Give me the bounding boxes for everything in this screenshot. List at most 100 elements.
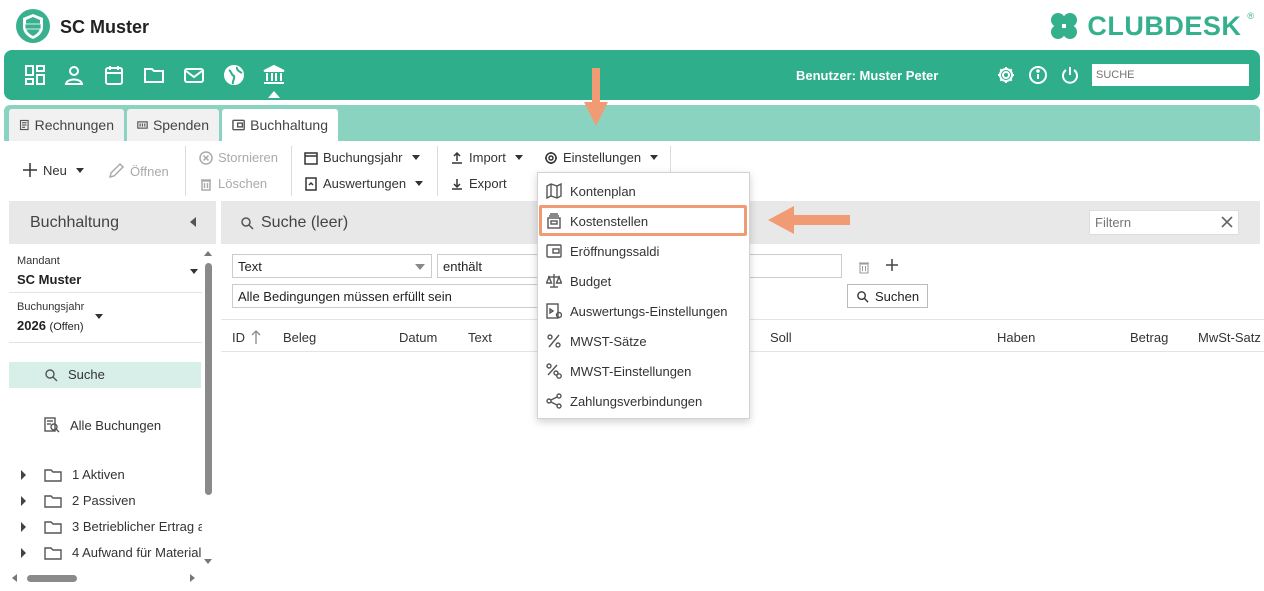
column-betrag[interactable]: Betrag [1130, 330, 1168, 345]
menu-item-budget[interactable]: Budget [546, 273, 611, 289]
scroll-up-icon[interactable] [204, 251, 212, 256]
menu-item-zahlungsverbindungen[interactable]: Zahlungsverbindungen [546, 393, 702, 409]
toolbar-divider [291, 146, 292, 196]
globe-icon[interactable] [222, 63, 246, 87]
sidebar-horizontal-scrollbar[interactable] [9, 571, 202, 585]
year-status: (Offen) [49, 321, 84, 333]
column-datum[interactable]: Datum [399, 330, 437, 345]
sidebar-item-all-bookings[interactable]: Alle Buchungen [44, 417, 161, 433]
invoice-icon [19, 119, 29, 131]
year-dropdown-icon[interactable] [95, 314, 103, 319]
calendar-icon [304, 151, 318, 165]
tree-item-aufwand[interactable]: 4 Aufwand für Material [21, 545, 202, 560]
menu-item-mwst-saetze[interactable]: MWST-Sätze [546, 333, 647, 349]
chevron-down-icon [411, 155, 420, 160]
trash-icon[interactable] [857, 260, 871, 274]
mandant-dropdown-icon[interactable] [190, 269, 198, 274]
wallet-icon [546, 244, 562, 258]
main-navbar: Benutzer: Muster Peter [4, 50, 1260, 100]
mandant-value[interactable]: SC Muster [17, 272, 81, 287]
tree-item-aktiven[interactable]: 1 Aktiven [21, 467, 125, 482]
field-select[interactable]: Text [232, 254, 432, 278]
chevron-right-icon[interactable] [21, 521, 26, 532]
power-icon[interactable] [1058, 63, 1082, 87]
menu-item-eroeffnungssaldi[interactable]: Eröffnungssaldi [546, 243, 659, 259]
toolbar-divider [437, 146, 438, 196]
tree-item-ertrag[interactable]: 3 Betrieblicher Ertrag au [21, 519, 202, 534]
tab-label: Spenden [152, 117, 209, 133]
import-button[interactable]: Import [450, 150, 523, 165]
scrollbar-thumb[interactable] [205, 263, 212, 495]
menu-item-label: Kontenplan [570, 183, 636, 199]
menu-item-auswertungs-einstellungen[interactable]: Auswertungs-Einstellungen [546, 303, 728, 319]
year-selector[interactable]: 2026 (Offen) [17, 318, 84, 333]
tab-label: Buchhaltung [250, 117, 328, 133]
fiscal-year-button[interactable]: Buchungsjahr [304, 150, 420, 165]
gear-icon[interactable] [994, 63, 1018, 87]
column-soll[interactable]: Soll [770, 330, 792, 345]
column-label: MwSt-Satz [1198, 330, 1261, 345]
open-button[interactable]: Öffnen [107, 162, 169, 180]
divider [9, 292, 202, 293]
chevron-down-icon [75, 167, 84, 173]
menu-item-kontenplan[interactable]: Kontenplan [546, 183, 636, 199]
person-icon[interactable] [62, 63, 86, 87]
wallet-icon [232, 119, 245, 131]
sidebar-title: Buchhaltung [30, 214, 119, 231]
folder-icon[interactable] [142, 63, 166, 87]
cancel-label: Stornieren [218, 150, 278, 165]
clear-filter-icon[interactable] [1221, 216, 1233, 228]
search-button[interactable]: Suchen [847, 284, 929, 308]
new-button[interactable]: Neu [22, 162, 84, 178]
bank-icon[interactable] [262, 63, 286, 87]
scroll-right-icon[interactable] [190, 574, 195, 582]
filter-input[interactable] [1089, 210, 1239, 235]
tree-item-passiven[interactable]: 2 Passiven [21, 493, 136, 508]
mandant-label: Mandant [17, 255, 60, 267]
global-search-input[interactable] [1092, 64, 1249, 86]
sidebar-header: Buchhaltung [9, 201, 216, 244]
calendar-icon[interactable] [102, 63, 126, 87]
annotation-arrow-left [764, 204, 854, 236]
column-label: Betrag [1130, 330, 1169, 345]
tab-buchhaltung[interactable]: Buchhaltung [222, 109, 338, 141]
column-mwst-satz[interactable]: MwSt-Satz [1198, 330, 1264, 345]
scrollbar-thumb[interactable] [27, 575, 77, 582]
sidebar-vertical-scrollbar[interactable] [202, 251, 214, 571]
sidebar-item-label: Alle Buchungen [70, 417, 162, 433]
tree-item-label: 1 Aktiven [72, 467, 125, 482]
menu-item-mwst-einstellungen[interactable]: MWST-Einstellungen [546, 363, 691, 379]
tab-label: Rechnungen [34, 117, 114, 133]
scroll-down-icon[interactable] [204, 559, 212, 564]
cancel-circle-icon [199, 150, 213, 165]
fiscal-year-label: Buchungsjahr [323, 150, 403, 165]
mail-icon[interactable] [182, 63, 206, 87]
tree-item-label: 2 Passiven [72, 493, 136, 508]
share-icon [546, 393, 562, 409]
settings-button[interactable]: Einstellungen [544, 150, 659, 165]
tab-rechnungen[interactable]: Rechnungen [9, 109, 124, 141]
reports-button[interactable]: Auswertungen [304, 176, 424, 191]
column-text[interactable]: Text [468, 330, 492, 345]
divider [9, 342, 202, 343]
export-button[interactable]: Export [450, 176, 507, 191]
tab-spenden[interactable]: Spenden [127, 109, 219, 141]
cancel-booking-button[interactable]: Stornieren [199, 150, 278, 165]
delete-button[interactable]: Löschen [199, 176, 267, 191]
column-beleg[interactable]: Beleg [283, 330, 316, 345]
condition-select[interactable]: Alle Bedingungen müssen erfüllt sein [232, 284, 542, 308]
sort-ascending-icon[interactable] [251, 329, 261, 345]
scroll-left-icon[interactable] [12, 574, 17, 582]
dashboard-icon[interactable] [23, 63, 47, 87]
chevron-right-icon[interactable] [21, 469, 26, 480]
collapse-sidebar-icon[interactable] [190, 217, 196, 227]
sidebar-item-search[interactable]: Suche [44, 367, 105, 382]
clover-icon [1051, 13, 1078, 39]
add-condition-icon[interactable] [886, 259, 898, 271]
column-id[interactable]: ID [232, 330, 245, 345]
folder-icon [44, 494, 62, 508]
info-icon[interactable] [1026, 63, 1050, 87]
chevron-right-icon[interactable] [21, 495, 26, 506]
chevron-right-icon[interactable] [21, 547, 26, 558]
column-haben[interactable]: Haben [997, 330, 1035, 345]
